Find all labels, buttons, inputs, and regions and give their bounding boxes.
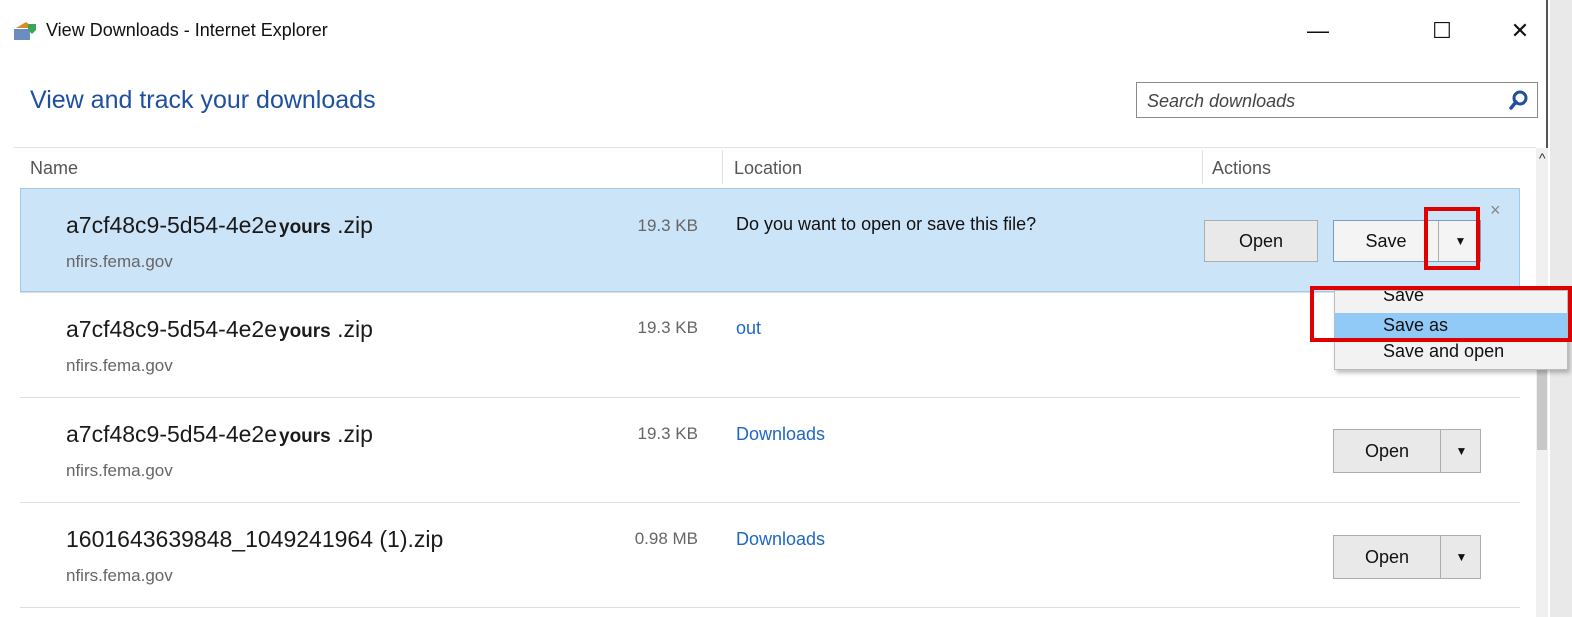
menu-item-save-and-open[interactable]: Save and open xyxy=(1335,339,1567,365)
file-name-ext: .zip xyxy=(330,421,373,447)
file-source: nfirs.fema.gov xyxy=(66,566,173,585)
file-source: nfirs.fema.gov xyxy=(66,252,173,271)
maximize-button[interactable]: ☐ xyxy=(1412,8,1472,54)
open-button[interactable]: Open xyxy=(1204,220,1318,262)
open-button-label[interactable]: Open xyxy=(1334,536,1440,578)
location-link[interactable]: out xyxy=(736,318,761,339)
file-size: 19.3 KB xyxy=(637,318,699,337)
file-name-tag: yours xyxy=(279,217,331,238)
search-box[interactable] xyxy=(1136,82,1538,118)
file-source: nfirs.fema.gov xyxy=(66,461,173,480)
download-row[interactable] xyxy=(20,503,1520,607)
open-button-label[interactable]: Open xyxy=(1334,430,1440,472)
window-title: View Downloads - Internet Explorer xyxy=(46,20,328,40)
save-button-label[interactable]: Save xyxy=(1334,221,1438,261)
search-input[interactable] xyxy=(1145,87,1489,115)
download-row[interactable] xyxy=(20,293,1520,397)
scroll-up-arrow-icon[interactable]: ^ xyxy=(1539,150,1546,166)
column-header-location[interactable]: Location xyxy=(734,158,802,179)
close-window-button[interactable]: ✕ xyxy=(1490,8,1550,54)
file-name-tag: yours xyxy=(279,321,331,342)
minimize-icon: — xyxy=(1307,18,1329,43)
file-name-ext: .zip xyxy=(330,212,373,238)
table-top-border xyxy=(14,147,1536,148)
download-row[interactable] xyxy=(20,398,1520,502)
file-name-base: a7cf48c9-5d54-4e2e xyxy=(66,421,277,447)
open-split-button[interactable]: Open ▼ xyxy=(1333,429,1481,473)
file-size: 0.98 MB xyxy=(634,529,698,548)
location-link[interactable]: Downloads xyxy=(736,424,825,445)
dismiss-icon[interactable]: × xyxy=(1490,200,1501,221)
minimize-button[interactable]: — xyxy=(1288,8,1348,54)
annotation-highlight-dropdown xyxy=(1424,207,1480,270)
file-size: 19.3 KB xyxy=(637,216,699,235)
maximize-icon: ☐ xyxy=(1432,18,1452,43)
open-split-button[interactable]: Open ▼ xyxy=(1333,535,1481,579)
close-icon: ✕ xyxy=(1510,18,1530,43)
column-separator[interactable] xyxy=(1202,150,1203,184)
file-name-ext: .zip xyxy=(330,316,373,342)
file-size: 19.3 KB xyxy=(637,424,699,443)
row-divider xyxy=(20,607,1520,608)
title-bar[interactable]: View Downloads - Internet Explorer — ☐ ✕ xyxy=(0,0,1548,62)
file-name-base: a7cf48c9-5d54-4e2e xyxy=(66,316,277,342)
file-name: a7cf48c9-5d54-4e2e yours .zip xyxy=(66,316,373,343)
save-prompt-text: Do you want to open or save this file? xyxy=(736,214,1037,234)
column-header-name[interactable]: Name xyxy=(30,158,78,179)
file-name-base: 1601643639848_1049241964 (1).zip xyxy=(66,526,444,552)
column-separator[interactable] xyxy=(722,150,723,184)
annotation-highlight-save-as xyxy=(1310,286,1572,342)
file-source: nfirs.fema.gov xyxy=(66,356,173,375)
chevron-down-icon[interactable]: ▼ xyxy=(1440,536,1482,578)
open-button-label: Open xyxy=(1238,230,1284,251)
menu-item-label: Save and open xyxy=(1383,341,1505,361)
location-link[interactable]: Downloads xyxy=(736,529,825,550)
file-name: a7cf48c9-5d54-4e2e yours .zip xyxy=(66,421,373,448)
page-title: View and track your downloads xyxy=(30,86,376,114)
search-icon[interactable] xyxy=(1509,90,1529,110)
column-header-actions[interactable]: Actions xyxy=(1212,158,1271,179)
file-name-base: a7cf48c9-5d54-4e2e xyxy=(66,212,277,238)
chevron-down-icon[interactable]: ▼ xyxy=(1440,430,1482,472)
file-name-tag: yours xyxy=(279,426,331,447)
ie-downloads-icon xyxy=(14,22,36,40)
file-name: a7cf48c9-5d54-4e2e yours .zip xyxy=(66,212,373,239)
file-name: 1601643639848_1049241964 (1).zip xyxy=(66,526,445,553)
